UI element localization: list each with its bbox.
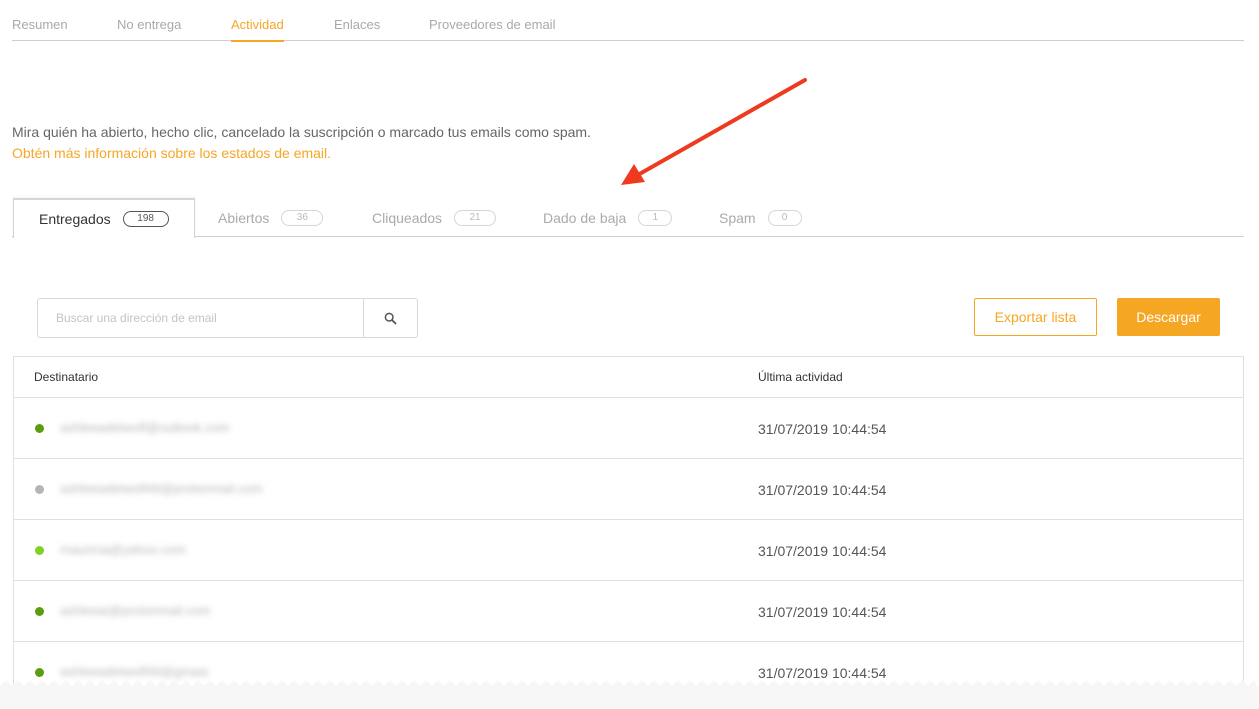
tab-label: Dado de baja [543, 209, 627, 226]
status-dot [35, 607, 44, 616]
recipient-email: mauricia@yahoo.com [60, 542, 186, 557]
download-button[interactable]: Descargar [1117, 298, 1220, 336]
last-activity: 31/07/2019 10:44:54 [758, 421, 887, 437]
last-activity: 31/07/2019 10:44:54 [758, 482, 887, 498]
search-button[interactable] [363, 299, 417, 337]
search-icon [384, 312, 397, 324]
table-row[interactable]: ashleeadelwolf@outlook.com 31/07/2019 10… [14, 398, 1243, 459]
table-header: Destinatario Última actividad [14, 357, 1243, 398]
activity-table: Destinatario Última actividad ashleeadel… [13, 356, 1244, 709]
nav-item-proveedores[interactable]: Proveedores de email [429, 17, 555, 32]
last-activity: 31/07/2019 10:44:54 [758, 543, 887, 559]
recipient-email: ashleeadelwolf@outlook.com [60, 420, 230, 435]
top-nav: Resumen No entrega Actividad Enlaces Pro… [12, 0, 1244, 42]
count-badge: 21 [454, 209, 497, 226]
recipient-email: ashleeadelwolf49@gmaw [60, 664, 209, 679]
recipient-email: ashleeai@protonmail.com [60, 603, 211, 618]
count-badge: 0 [767, 209, 802, 226]
search-input[interactable] [38, 299, 364, 337]
tab-label: Cliqueados [372, 209, 443, 226]
tab-abiertos[interactable]: Abiertos 36 [218, 198, 324, 237]
column-header-last-activity[interactable]: Última actividad [758, 370, 843, 384]
recipient-email: ashleeadelwolf49@protonmail.com [60, 481, 263, 496]
status-dot [35, 485, 44, 494]
tab-label: Abiertos [218, 209, 270, 226]
table-row[interactable]: ashleeai@protonmail.com 31/07/2019 10:44… [14, 581, 1243, 642]
status-tabs: Entregados 198 Abiertos 36 Cliqueados 21… [12, 198, 1244, 238]
count-badge: 1 [638, 209, 673, 226]
tab-spam[interactable]: Spam 0 [719, 198, 802, 237]
status-dot [35, 546, 44, 555]
nav-item-enlaces[interactable]: Enlaces [334, 17, 380, 32]
status-dot [35, 668, 44, 677]
tab-dado-de-baja[interactable]: Dado de baja 1 [543, 198, 673, 237]
tab-cliqueados[interactable]: Cliqueados 21 [372, 198, 497, 237]
nav-item-no-entrega[interactable]: No entrega [117, 17, 181, 32]
table-row[interactable]: mauricia@yahoo.com 31/07/2019 10:44:54 [14, 520, 1243, 581]
last-activity: 31/07/2019 10:44:54 [758, 604, 887, 620]
table-row[interactable]: ashleeadelwolf49@protonmail.com 31/07/20… [14, 459, 1243, 520]
status-dot [35, 424, 44, 433]
last-activity: 31/07/2019 10:44:54 [758, 665, 887, 681]
tab-label: Spam [719, 209, 756, 226]
email-search [37, 298, 418, 338]
nav-item-actividad[interactable]: Actividad [231, 17, 284, 42]
count-badge: 198 [122, 211, 169, 227]
nav-item-resumen[interactable]: Resumen [12, 17, 68, 32]
tab-entregados[interactable]: Entregados 198 [13, 198, 195, 238]
page-description: Mira quién ha abierto, hecho clic, cance… [12, 124, 591, 140]
export-list-button[interactable]: Exportar lista [974, 298, 1097, 336]
count-badge: 36 [281, 209, 324, 226]
table-row[interactable]: ashleeadelwolf49@gmaw 31/07/2019 10:44:5… [14, 642, 1243, 703]
info-link[interactable]: Obtén más información sobre los estados … [12, 145, 331, 161]
column-header-recipient[interactable]: Destinatario [34, 370, 98, 384]
tab-label: Entregados [39, 211, 111, 227]
